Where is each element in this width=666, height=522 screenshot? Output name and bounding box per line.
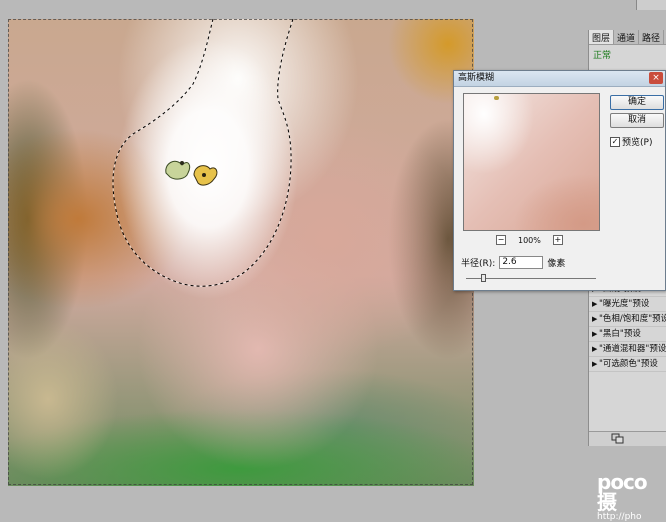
tab-paths[interactable]: 路径 (639, 30, 665, 44)
preset-black-white[interactable]: ▶ "黑白"预设 (589, 327, 666, 342)
panel-footer (589, 431, 666, 446)
radius-row: 半径(R): 2.6 像素 (461, 256, 565, 269)
tab-layers[interactable]: 图层 (589, 30, 615, 44)
zoom-in-button[interactable]: + (552, 235, 563, 245)
adjustment-preset-list: ▶"曲线"预设 ▶"曝光度"预设 ▶"色相/饱和度"预设 ▶"黑白"预设 ▶"通… (589, 282, 666, 372)
preview-option: ✓ 预览(P) (610, 135, 652, 148)
radius-slider-handle[interactable] (481, 274, 486, 282)
panel-tabs: 图层 通道 路径 (589, 30, 666, 45)
preview-butterfly-fragment (494, 96, 499, 100)
expand-triangle-icon: ▶ (592, 330, 598, 338)
preset-channel-mixer[interactable]: ▶ "通道混和器"预设 (589, 342, 666, 357)
radius-input[interactable]: 2.6 (499, 256, 544, 269)
blur-preview[interactable] (463, 93, 600, 231)
butterflies-image (165, 160, 218, 186)
watermark-logo: poco 摄 (597, 470, 648, 514)
preset-hue-saturation[interactable]: ▶ "色相/饱和度"预设 (589, 312, 666, 327)
gaussian-blur-dialog: 高斯模糊 × 确定 取消 ✓ 预览(P) − 100% + 半径(R): 2.6… (453, 70, 666, 291)
preview-label: 预览(P) (622, 138, 653, 148)
watermark-url: http://pho (597, 512, 642, 522)
zoom-level: 100% (518, 235, 541, 245)
preset-selective-color[interactable]: ▶ "可选颜色"预设 (589, 357, 666, 372)
expand-triangle-icon: ▶ (592, 315, 598, 323)
expand-triangle-icon: ▶ (592, 345, 598, 353)
watermark: poco 摄 http://pho (597, 472, 666, 522)
expand-triangle-icon: ▶ (592, 360, 598, 368)
expand-triangle-icon: ▶ (592, 300, 598, 308)
link-layers-icon[interactable] (611, 433, 625, 445)
blend-mode-select[interactable]: 正常 (593, 48, 662, 61)
cancel-button[interactable]: 取消 (610, 113, 664, 128)
preview-checkbox[interactable]: ✓ (610, 136, 620, 147)
ok-button[interactable]: 确定 (610, 95, 664, 110)
zoom-out-button[interactable]: − (496, 235, 506, 245)
radius-label: 半径(R): (461, 259, 496, 269)
preset-exposure[interactable]: ▶ "曝光度"预设 (589, 297, 666, 312)
radius-unit: 像素 (547, 259, 566, 269)
close-button[interactable]: × (649, 72, 663, 84)
tab-channels[interactable]: 通道 (614, 30, 640, 44)
options-bar-fragment (636, 0, 666, 10)
document-canvas[interactable] (8, 19, 474, 486)
dialog-title[interactable]: 高斯模糊 (454, 71, 665, 87)
zoom-controls: − 100% + (496, 235, 563, 245)
